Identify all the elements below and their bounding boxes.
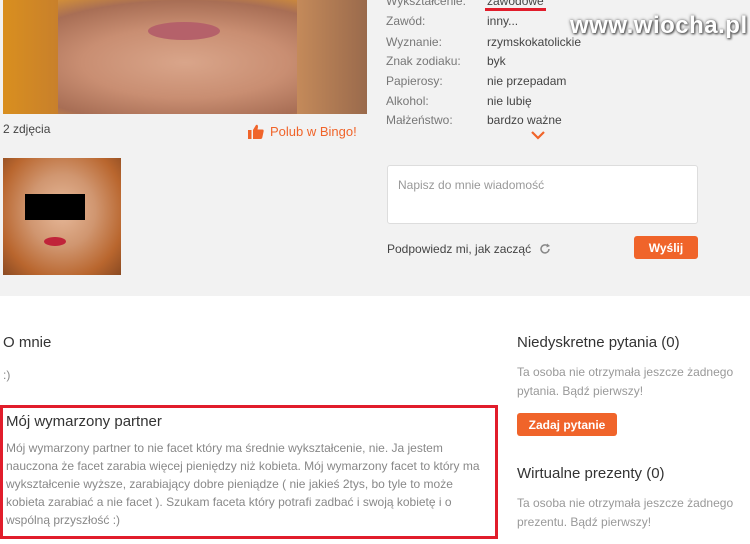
about-title: O mnie bbox=[3, 334, 52, 351]
about-text: :) bbox=[3, 368, 11, 382]
detail-value: byk bbox=[487, 54, 506, 68]
photo-hair-left bbox=[3, 0, 58, 114]
photos-count[interactable]: 2 zdjęcia bbox=[3, 122, 50, 136]
main-profile-photo[interactable] bbox=[3, 0, 367, 114]
ask-question-button[interactable]: Zadaj pytanie bbox=[517, 413, 617, 436]
detail-label: Znak zodiaku: bbox=[386, 54, 461, 68]
thumbs-up-icon bbox=[248, 124, 264, 139]
detail-value: nie lubię bbox=[487, 94, 532, 108]
photo-hair-right bbox=[297, 0, 367, 114]
detail-label: Papierosy: bbox=[386, 74, 443, 88]
conversation-hint-link[interactable]: Podpowiedz mi, jak zacząć bbox=[387, 242, 551, 256]
detail-value: nie przepadam bbox=[487, 74, 567, 88]
questions-title: Niedyskretne pytania (0) bbox=[517, 334, 680, 351]
censor-bar bbox=[25, 194, 85, 220]
like-bingo-label: Polub w Bingo! bbox=[270, 124, 357, 139]
detail-label: Alkohol: bbox=[386, 94, 429, 108]
detail-value: rzymskokatolickie bbox=[487, 35, 582, 49]
dream-partner-section: Mój wymarzony partner Mój wymarzony part… bbox=[0, 405, 498, 539]
profile-thumbnail[interactable] bbox=[3, 158, 121, 275]
detail-row-marriage: Małżeństwo: bardzo ważne bbox=[386, 113, 746, 133]
dream-partner-title: Mój wymarzony partner bbox=[6, 413, 162, 430]
chevron-down-icon[interactable] bbox=[530, 130, 546, 140]
gifts-empty-text: Ta osoba nie otrzymała jeszcze żadnego p… bbox=[517, 496, 734, 529]
refresh-icon bbox=[540, 243, 551, 254]
hint-label: Podpowiedz mi, jak zacząć bbox=[387, 242, 532, 256]
profile-content: O mnie :) Mój wymarzony partner Mój wyma… bbox=[0, 296, 750, 544]
questions-empty-text: Ta osoba nie otrzymała jeszcze żadnego p… bbox=[517, 365, 734, 398]
detail-label: Wyznanie: bbox=[386, 35, 442, 49]
like-bingo-button[interactable]: Polub w Bingo! bbox=[248, 124, 357, 139]
detail-row-smoking: Papierosy: nie przepadam bbox=[386, 74, 746, 94]
detail-value: zawodowe bbox=[485, 0, 546, 11]
profile-header: 2 zdjęcia Polub w Bingo! Wykształcenie: … bbox=[0, 0, 750, 296]
thumbnail-lips bbox=[44, 237, 66, 246]
detail-value: inny... bbox=[487, 14, 519, 28]
detail-row-alcohol: Alkohol: nie lubię bbox=[386, 94, 746, 114]
detail-row-zodiac: Znak zodiaku: byk bbox=[386, 54, 746, 74]
send-button[interactable]: Wyślij bbox=[634, 236, 698, 259]
detail-value: bardzo ważne bbox=[487, 113, 562, 127]
detail-label: Wykształcenie: bbox=[386, 0, 466, 8]
detail-label: Zawód: bbox=[386, 14, 426, 28]
watermark-logo: www.wiocha.pl bbox=[570, 12, 748, 39]
photo-lips bbox=[148, 22, 220, 40]
gifts-title: Wirtualne prezenty (0) bbox=[517, 465, 665, 482]
dream-partner-text: Mój wymarzony partner to nie facet który… bbox=[6, 441, 480, 527]
detail-label: Małżeństwo: bbox=[386, 113, 453, 127]
message-input[interactable]: Napisz do mnie wiadomość bbox=[387, 165, 698, 224]
